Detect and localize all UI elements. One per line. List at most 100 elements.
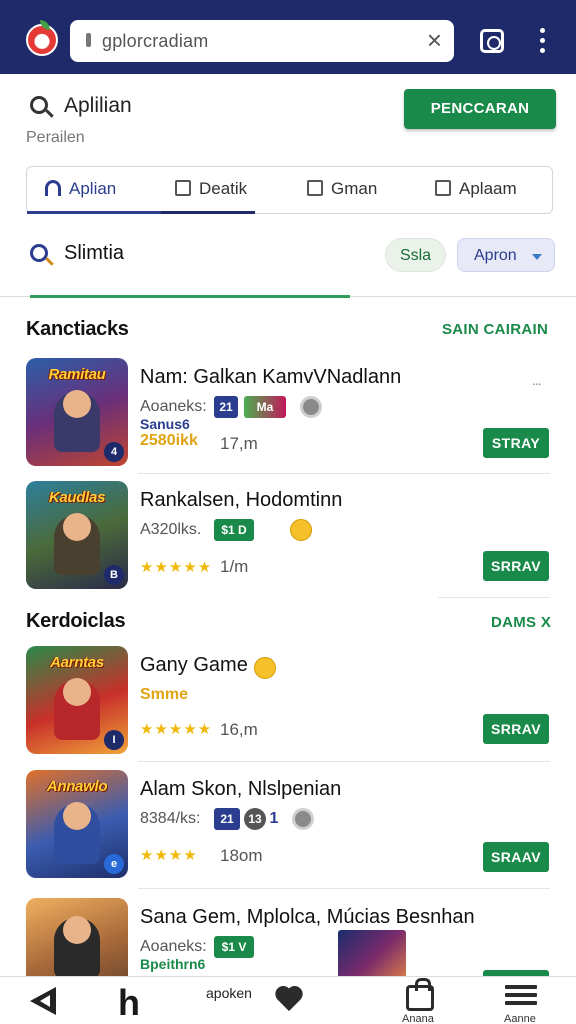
divider: [138, 473, 550, 474]
url-bar[interactable]: gplorcradiam ×: [70, 20, 454, 62]
tab-gman[interactable]: Gman: [307, 167, 377, 213]
item-title-text: Gany Game: [140, 654, 248, 676]
search-title: Aplilian: [64, 94, 132, 117]
bag-icon[interactable]: [406, 978, 434, 1011]
item-title: Rankalsen, Hodomtinn: [140, 489, 343, 511]
app-thumbnail: [26, 898, 128, 976]
section-see-all-link[interactable]: DAMS X: [491, 614, 551, 631]
get-button[interactable]: SRAAV: [483, 842, 549, 872]
thumbnail-caption: Annawlo: [46, 778, 108, 795]
sort-dropdown-label: Apron: [474, 247, 517, 264]
item-meta: Aoaneks:: [140, 398, 207, 415]
filter-title: Slimtia: [64, 242, 125, 264]
search-button[interactable]: PENCCARAN: [404, 89, 556, 129]
app-thumbnail: Kaudlas B: [26, 481, 128, 589]
screenshot-preview: [338, 930, 406, 976]
game-icon: [307, 180, 323, 196]
search-subtitle: Perailen: [26, 129, 85, 146]
nav-label: Anana: [402, 1013, 434, 1024]
tab-label: Deatik: [199, 179, 248, 198]
bottom-navigation: h apoken Anana Aanne: [0, 976, 576, 1024]
app-thumbnail: Ramitau 4: [26, 358, 128, 466]
divider: [138, 761, 550, 762]
tab-label: Gman: [331, 179, 378, 198]
item-size: 18om: [220, 846, 263, 865]
more-icon[interactable]: ...: [532, 372, 542, 388]
clipboard-icon: [175, 180, 191, 196]
item-title: Gany Game: [140, 654, 248, 677]
item-size: 1/m: [220, 557, 249, 576]
rating-tag: 21: [214, 396, 238, 418]
active-tab-indicator: [27, 211, 167, 214]
character-art: [54, 390, 100, 452]
rating-tag: $1 V: [214, 936, 254, 958]
character-art: [54, 802, 100, 864]
tab-aplaam[interactable]: Aplaam: [435, 167, 517, 213]
platform-badge: B: [104, 565, 124, 585]
app-logo-icon[interactable]: [26, 20, 58, 56]
get-button[interactable]: SRRAV: [483, 551, 549, 581]
sort-dropdown[interactable]: Apron: [457, 238, 555, 272]
section-title: Kerdoiclas: [26, 610, 126, 632]
url-text: gplorcradiam: [102, 31, 209, 51]
filter-indicator: [30, 295, 350, 298]
platform-badge: I: [104, 730, 124, 750]
emoji-icon: [254, 657, 276, 679]
chevron-down-icon: [532, 254, 542, 260]
get-button[interactable]: STRAY: [483, 428, 549, 458]
overflow-menu-icon[interactable]: [540, 28, 546, 56]
item-title: Sana Gem, Mplolca, Múcias Besnhan: [140, 906, 475, 928]
platform-badge: 4: [104, 442, 124, 462]
lock-icon: [86, 33, 91, 47]
character-art: [54, 916, 100, 976]
search-header: Aplilian Perailen PENCCARAN: [0, 74, 576, 164]
item-price: 2580ikk: [140, 432, 198, 449]
back-icon[interactable]: [28, 987, 58, 1015]
age-tag: 13: [244, 808, 266, 830]
tab-label: Aplaam: [459, 179, 517, 198]
thumbnail-caption: Ramitau: [48, 366, 106, 383]
tab-deatik[interactable]: Deatik: [175, 167, 247, 213]
clear-url-icon[interactable]: ×: [427, 27, 442, 53]
list-item[interactable]: Sana Gem, Mplolca, Múcias Besnhan Aoanek…: [0, 898, 576, 976]
divider: [438, 597, 550, 598]
section-see-all-link[interactable]: SAIN CAIRAIN: [442, 321, 548, 338]
item-subline: Sanus6: [140, 416, 190, 432]
character-art: [54, 513, 100, 575]
home-icon[interactable]: h: [118, 983, 152, 1023]
star-rating: ★★★★★: [140, 559, 213, 576]
browser-toolbar: gplorcradiam ×: [0, 0, 576, 74]
share-icon: [435, 180, 451, 196]
tab-label: Aplian: [69, 179, 117, 198]
list-item[interactable]: Kaudlas B Rankalsen, Hodomtinn A320lks. …: [0, 481, 576, 599]
nav-label: apoken: [206, 985, 252, 1001]
list-icon[interactable]: [505, 985, 537, 1011]
list-item[interactable]: Aarntas I Gany Game Smme ★★★★★ 16,m SRRA…: [0, 646, 576, 764]
nav-label: Aanne: [504, 1013, 536, 1024]
apps-icon: [45, 180, 61, 196]
divider: [138, 888, 550, 889]
item-size: 16,m: [220, 720, 258, 739]
character-art: [54, 678, 100, 740]
section-title: Kanctiacks: [26, 318, 129, 340]
item-subline: Smme: [140, 686, 189, 703]
rating-tag: 21: [214, 808, 240, 830]
filter-chip[interactable]: Ssla: [385, 238, 446, 272]
item-meta: 8384/ks:: [140, 810, 201, 827]
secondary-tab-indicator: [161, 211, 255, 214]
search-icon: [30, 244, 48, 262]
list-item[interactable]: Ramitau 4 Nam: Galkan KamvVNadlann ... A…: [0, 358, 576, 476]
list-item[interactable]: Annawlo e Alam Skon, Nlslpenian 8384/ks:…: [0, 770, 576, 888]
tab-aplian[interactable]: Aplian: [45, 167, 116, 213]
category-tabs: Aplian Deatik Gman Aplaam: [26, 166, 553, 214]
category-tag: Ma: [244, 396, 286, 418]
filter-row: Slimtia Ssla Apron: [0, 230, 576, 294]
heart-icon[interactable]: [276, 987, 306, 1015]
camera-icon[interactable]: [480, 29, 504, 53]
get-button[interactable]: SRRAV: [483, 714, 549, 744]
item-title: Nam: Galkan KamvVNadlann: [140, 366, 402, 388]
star-rating: ★★★★★: [140, 721, 213, 738]
item-size: 17,m: [220, 434, 258, 453]
thumbnail-caption: Aarntas: [50, 654, 104, 671]
count-tag: 1: [269, 810, 279, 827]
